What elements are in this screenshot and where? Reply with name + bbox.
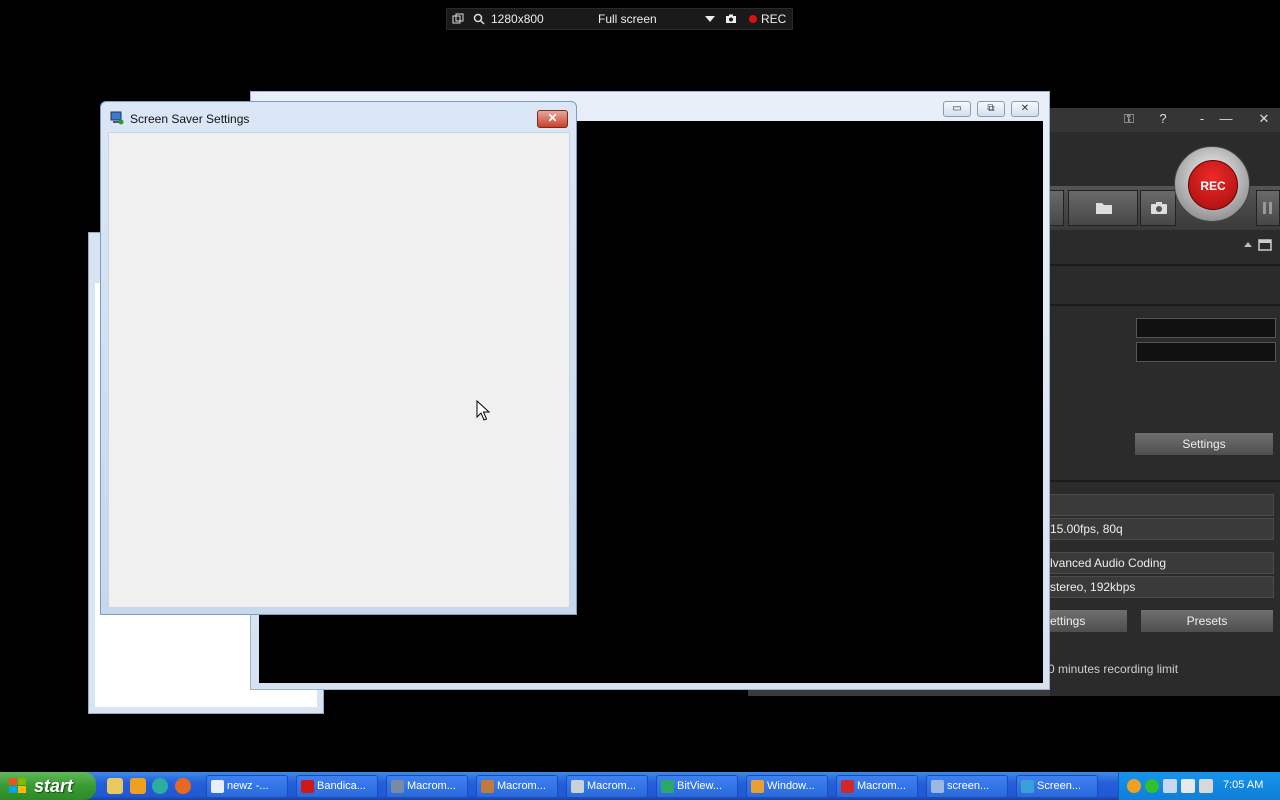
window-icon[interactable] [1258,239,1272,251]
camera-icon [1151,202,1167,214]
task-button[interactable]: newz -... [206,775,288,798]
format-settings-button[interactable]: ettings [1048,609,1128,633]
divider [1048,480,1280,482]
bandicam-titlebar: ⚿ ? - — ✕ [1048,108,1280,132]
task-button[interactable]: Screen... [1016,775,1098,798]
window-title: Screen Saver Settings [130,112,250,126]
camera-icon[interactable] [725,13,737,25]
start-button[interactable]: start [0,772,96,800]
folder-icon [1096,203,1112,214]
record-dot-icon [749,15,757,23]
minimize-button[interactable]: ▭ [943,101,971,117]
task-button[interactable]: Bandica... [296,775,378,798]
minimize-button[interactable]: — [1216,111,1236,126]
divider [1048,304,1280,306]
close-button[interactable]: ✕ [1011,101,1039,117]
mouse-cursor-icon [476,400,490,421]
record-button[interactable]: REC [1174,146,1250,222]
windows-logo-icon [9,778,26,793]
hotkey-field[interactable] [1136,342,1276,362]
close-button[interactable]: ✕ [537,110,568,128]
task-button[interactable]: Macrom... [836,775,918,798]
task-icon [481,780,494,793]
toolbar-button[interactable] [1048,190,1064,226]
audio-format-row: stereo, 192kbps [1048,576,1274,598]
firefox-quicklaunch-icon[interactable] [175,778,191,794]
start-label: start [34,776,74,796]
explorer-quicklaunch-icon[interactable] [107,778,123,794]
key-icon[interactable]: ⚿ [1119,111,1139,127]
pause-button[interactable] [1256,190,1280,226]
task-icon [841,780,854,793]
task-icon [661,780,674,793]
task-icon [571,780,584,793]
divider [1048,264,1280,266]
dialog-client-area [108,132,570,608]
task-button[interactable]: Macrom... [566,775,648,798]
task-icon [1021,780,1034,793]
task-button[interactable]: screen... [926,775,1008,798]
network-tray-icon[interactable] [1163,779,1177,793]
video-format-row: 15.00fps, 80q [1048,518,1274,540]
collapse-icon[interactable] [1243,240,1253,248]
chevron-down-icon[interactable] [704,13,716,25]
task-button[interactable]: Macrom... [476,775,558,798]
help-icon[interactable]: ? [1153,111,1173,126]
task-button[interactable]: Window... [746,775,828,798]
rec-label[interactable]: REC [761,13,786,26]
media-player-quicklaunch-icon[interactable] [130,778,146,794]
settings-button[interactable]: Settings [1134,432,1274,456]
system-tray: 7:05 AM [1118,772,1280,800]
screensaver-settings-window: Screen Saver Settings ✕ [100,101,577,615]
messenger-quicklaunch-icon[interactable] [152,778,168,794]
task-icon [391,780,404,793]
video-codec-row [1048,494,1274,516]
compact-mode-button[interactable]: - [1192,111,1212,126]
hotkey-field[interactable] [1136,318,1276,338]
search-icon[interactable] [473,13,485,25]
desktop: 1280x800 Full screen REC ⚿ ? - — ✕ REC S… [0,0,1280,772]
security-tray-icon[interactable] [1181,779,1195,793]
task-button[interactable]: Macrom... [386,775,468,798]
clock: 7:05 AM [1223,779,1264,791]
search-tray-icon[interactable] [1127,779,1141,793]
restore-button[interactable]: ⧉ [977,101,1005,117]
bandicam-panel: ⚿ ? - — ✕ REC Settings 15.00fps, 80q lva… [1048,108,1280,696]
volume-tray-icon[interactable] [1199,779,1213,793]
task-icon [751,780,764,793]
recording-limit-note: 0 minutes recording limit [1048,662,1179,676]
taskbar: start newz -... Bandica... Macrom... Mac… [0,772,1280,800]
screenshot-button[interactable] [1140,190,1176,226]
task-button[interactable]: BitView... [656,775,738,798]
audio-codec-row: lvanced Audio Coding [1048,552,1274,574]
recording-toolbar: 1280x800 Full screen REC [446,8,793,30]
status-tray-icon[interactable] [1145,779,1159,793]
close-button[interactable]: ✕ [1254,111,1274,127]
capture-mode-label[interactable]: Full screen [598,13,657,26]
record-button-label: REC [1188,160,1238,210]
window-mode-icon[interactable] [452,13,464,25]
presets-button[interactable]: Presets [1140,609,1274,633]
monitor-icon [110,111,124,125]
task-icon [931,780,944,793]
open-folder-button[interactable] [1068,190,1138,226]
capture-size-label[interactable]: 1280x800 [491,13,544,26]
task-icon [211,780,224,793]
task-icon [301,780,314,793]
pause-icon [1263,202,1272,214]
